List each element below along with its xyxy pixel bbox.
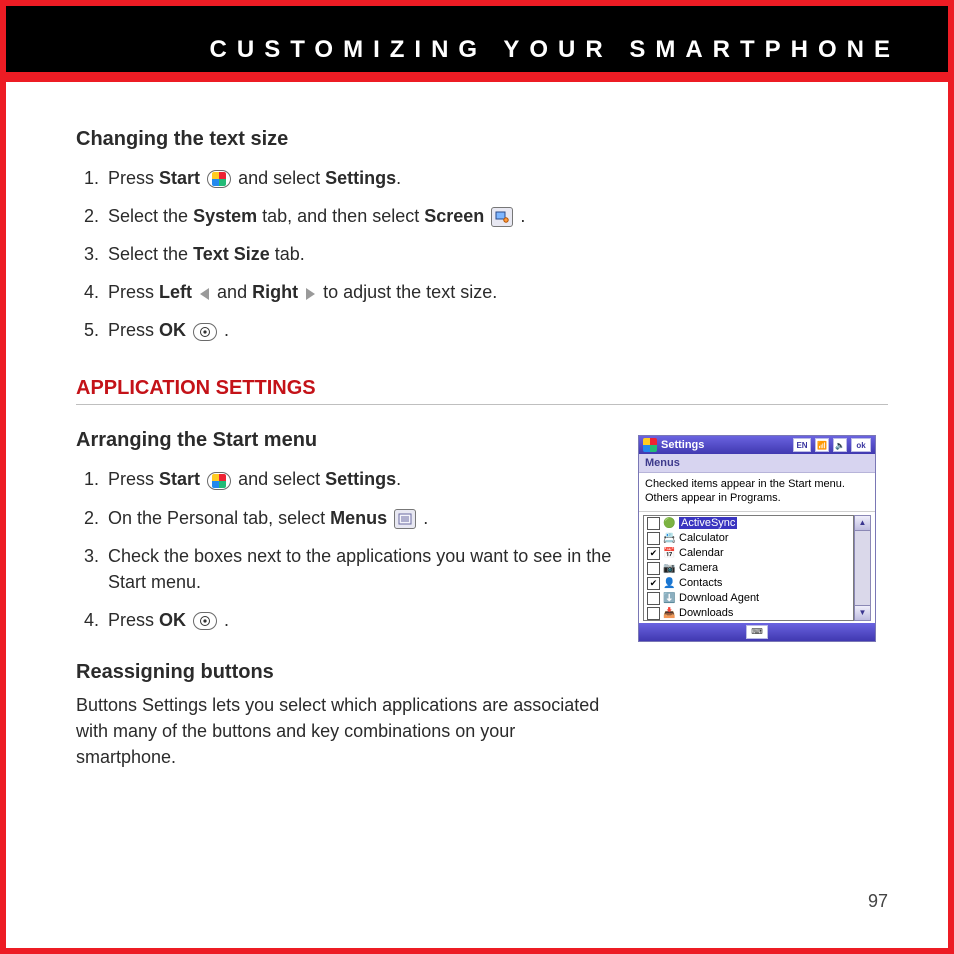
step: Press Start and select Settings. (104, 460, 618, 498)
list-item-label: Camera (679, 562, 718, 574)
left-arrow-icon (200, 288, 209, 300)
columns: Arranging the Start menu Press Start and… (76, 429, 888, 770)
checkbox[interactable] (647, 607, 660, 620)
checkbox[interactable] (647, 562, 660, 575)
status-language-icon[interactable]: EN (793, 438, 811, 452)
checkbox[interactable]: ✔ (647, 577, 660, 590)
device-list-wrap: 🟢ActiveSync📇Calculator✔📅Calendar📷Camera✔… (639, 512, 875, 623)
list-item-label: Contacts (679, 577, 722, 589)
step: Select the System tab, and then select S… (104, 197, 888, 235)
section-title-arranging: Arranging the Start menu (76, 429, 618, 452)
list-item-label: Calculator (679, 532, 729, 544)
keyboard-icon[interactable]: ⌨ (746, 625, 768, 639)
page-frame: CUSTOMIZING YOUR SMARTPHONE Changing the… (0, 0, 954, 954)
app-icon: 📅 (663, 547, 676, 559)
list-item[interactable]: ✔👤Contacts (644, 576, 853, 591)
list-item[interactable]: 📥Downloads (644, 606, 853, 621)
app-icon: ⬇️ (663, 592, 676, 604)
steps-changing-text-size: Press Start and select Settings. Select … (76, 159, 888, 349)
device-subtitle: Menus (639, 454, 875, 473)
checkbox[interactable] (647, 592, 660, 605)
scroll-down-icon[interactable]: ▼ (855, 605, 870, 620)
section-title-application-settings: APPLICATION SETTINGS (76, 377, 888, 400)
app-icon: 📇 (663, 532, 676, 544)
windows-flag-icon (212, 474, 226, 488)
checkbox[interactable]: ✔ (647, 547, 660, 560)
app-icon: 👤 (663, 577, 676, 589)
list-item[interactable]: ⬇️Download Agent (644, 591, 853, 606)
section-underline (76, 404, 888, 405)
step: Press Left and Right to adjust the text … (104, 273, 888, 311)
app-icon: 📷 (663, 562, 676, 574)
step: On the Personal tab, select Menus . (104, 499, 618, 537)
step: Press Start and select Settings. (104, 159, 888, 197)
windows-flag-icon (212, 172, 226, 186)
list-item[interactable]: ✔📅Calendar (644, 546, 853, 561)
step: Select the Text Size tab. (104, 235, 888, 273)
ok-button-icon (193, 323, 217, 341)
checkbox[interactable] (647, 532, 660, 545)
device-hint: Checked items appear in the Start menu. … (639, 473, 875, 512)
device-list[interactable]: 🟢ActiveSync📇Calculator✔📅Calendar📷Camera✔… (643, 515, 854, 621)
list-item-label: ActiveSync (679, 517, 737, 529)
step: Check the boxes next to the applications… (104, 537, 618, 601)
page-number: 97 (868, 891, 888, 912)
list-item-label: Download Agent (679, 592, 759, 604)
device-titlebar: Settings EN 📶 🔈 ok (639, 436, 875, 454)
steps-arranging: Press Start and select Settings. On the … (76, 460, 618, 638)
start-icon (207, 170, 231, 188)
screen-icon (491, 207, 513, 227)
menus-icon (394, 509, 416, 529)
scroll-up-icon[interactable]: ▲ (855, 516, 870, 531)
header-red-stripe (6, 72, 948, 82)
step: Press OK . (104, 311, 888, 349)
windows-flag-icon (643, 438, 657, 452)
scrollbar[interactable]: ▲ ▼ (854, 515, 871, 621)
right-arrow-icon (306, 288, 315, 300)
status-signal-icon: 📶 (815, 438, 829, 452)
list-item-label: Calendar (679, 547, 724, 559)
column-screenshot: Settings EN 📶 🔈 ok Menus Checked items a… (638, 429, 888, 642)
section-title-reassigning: Reassigning buttons (76, 661, 618, 684)
list-item[interactable]: 🟢ActiveSync (644, 516, 853, 531)
status-speaker-icon: 🔈 (833, 438, 847, 452)
device-screenshot: Settings EN 📶 🔈 ok Menus Checked items a… (638, 435, 876, 642)
device-footer: ⌨ (639, 623, 875, 641)
checkbox[interactable] (647, 517, 660, 530)
status-ok-button[interactable]: ok (851, 438, 871, 452)
app-icon: 📥 (663, 607, 676, 619)
list-item[interactable]: 📷Camera (644, 561, 853, 576)
app-icon: 🟢 (663, 517, 676, 529)
page-inner: CUSTOMIZING YOUR SMARTPHONE Changing the… (6, 6, 948, 948)
start-icon (207, 472, 231, 490)
section-title-changing-text-size: Changing the text size (76, 128, 888, 151)
list-item[interactable]: 📇Calculator (644, 531, 853, 546)
ok-button-icon (193, 612, 217, 630)
paragraph-reassigning: Buttons Settings lets you select which a… (76, 692, 618, 770)
list-item-label: Downloads (679, 607, 733, 619)
column-text: Arranging the Start menu Press Start and… (76, 429, 618, 770)
step: Press OK . (104, 601, 618, 639)
page-body: Changing the text size Press Start and s… (6, 82, 948, 948)
header-title: CUSTOMIZING YOUR SMARTPHONE (210, 36, 900, 63)
device-title-text: Settings (661, 439, 704, 451)
header-bar: CUSTOMIZING YOUR SMARTPHONE (6, 6, 948, 72)
